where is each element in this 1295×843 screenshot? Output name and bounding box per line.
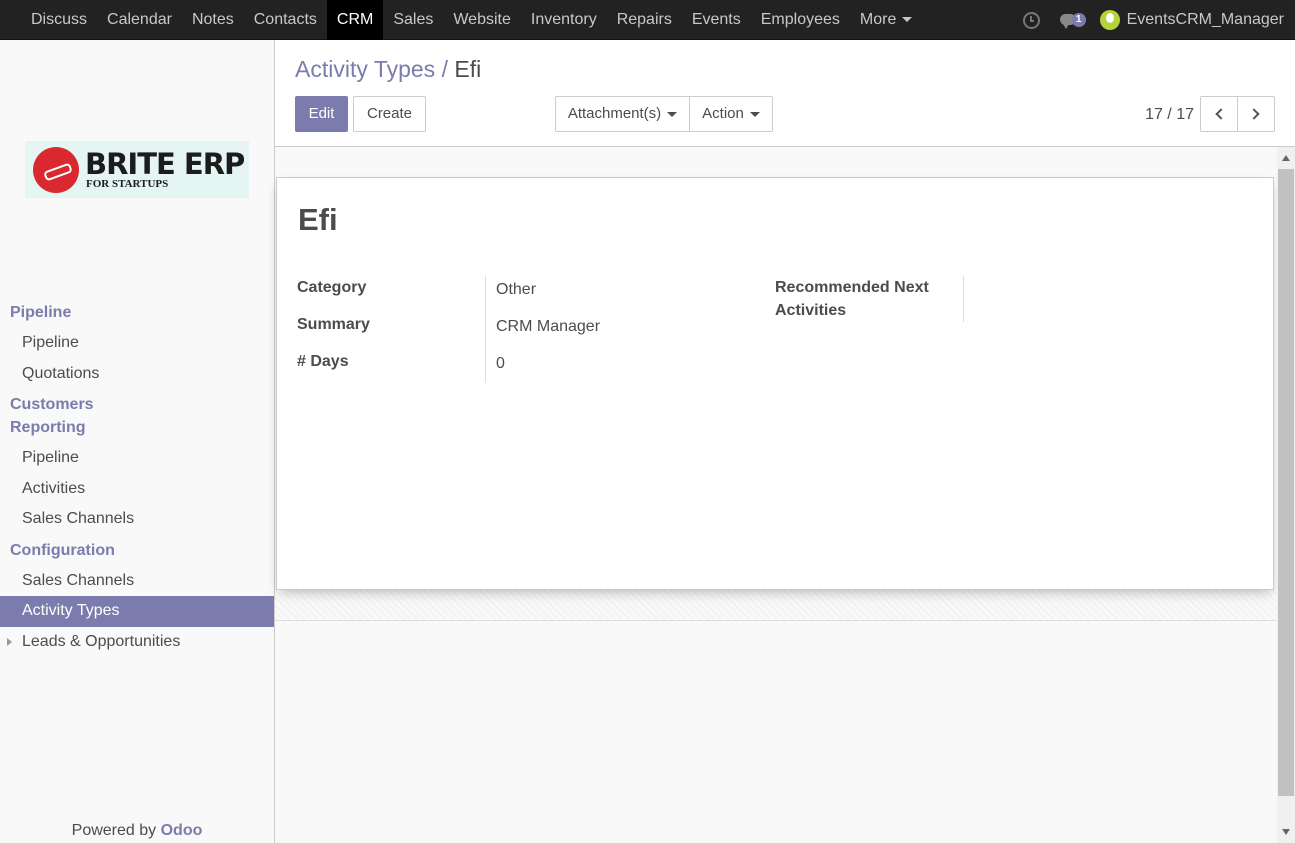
chevron-right-icon xyxy=(1248,108,1260,120)
summary-value: CRM Manager xyxy=(496,318,601,335)
chevron-down-icon xyxy=(667,111,678,117)
chatter-separator xyxy=(275,587,1277,621)
days-value: 0 xyxy=(496,355,505,372)
pager-value[interactable]: 17 / 17 xyxy=(1145,106,1194,124)
powered-by-text: Powered by xyxy=(71,822,157,839)
summary-label: Summary xyxy=(297,316,370,333)
messaging-menu[interactable]: 1 xyxy=(1059,10,1088,30)
form-sheet: Efi Category Summary # Days Other CRM Ma… xyxy=(276,177,1274,590)
company-logo[interactable]: BRITE ERP FOR STARTUPS xyxy=(25,141,249,198)
app-employees[interactable]: Employees xyxy=(751,0,850,40)
sidebar-item-pipeline[interactable]: Pipeline xyxy=(0,328,274,359)
recommended-activities-label: Recommended Next Activities xyxy=(775,279,929,319)
scroll-down-arrow-icon[interactable] xyxy=(1282,829,1290,835)
app-crm[interactable]: CRM xyxy=(326,0,384,40)
app-repairs[interactable]: Repairs xyxy=(607,0,682,40)
action-dropdown[interactable]: Action xyxy=(689,96,773,132)
sidebar-menu: Pipeline Pipeline Quotations Customers R… xyxy=(0,297,274,657)
sidebar-section-reporting[interactable]: Reporting xyxy=(0,416,274,443)
sidebar: BRITE ERP FOR STARTUPS Pipeline Pipeline… xyxy=(0,40,275,843)
sidebar-item-activities[interactable]: Activities xyxy=(0,474,274,505)
breadcrumb: Activity Types / Efi xyxy=(295,56,481,83)
more-menu[interactable]: More xyxy=(850,0,922,40)
record-title: Efi xyxy=(298,202,338,237)
powered-by: Powered by Odoo xyxy=(0,822,274,840)
sidebar-item-leads-opportunities[interactable]: Leads & Opportunities xyxy=(0,627,274,658)
app-discuss[interactable]: Discuss xyxy=(21,0,97,40)
logo-icon xyxy=(33,146,79,193)
form-view: Efi Category Summary # Days Other CRM Ma… xyxy=(275,147,1277,843)
action-label: Action xyxy=(702,105,744,122)
chevron-down-icon xyxy=(749,111,760,117)
attachments-label: Attachment(s) xyxy=(567,105,662,122)
edit-button[interactable]: Edit xyxy=(295,96,348,132)
logo-text: BRITE ERP FOR STARTUPS xyxy=(85,146,245,190)
app-contacts[interactable]: Contacts xyxy=(244,0,327,40)
sidebar-section-configuration[interactable]: Configuration xyxy=(0,535,274,566)
app-inventory[interactable]: Inventory xyxy=(521,0,607,40)
user-menu[interactable]: EventsCRM_Manager xyxy=(1127,11,1284,29)
logo-main-text: BRITE ERP xyxy=(85,146,245,181)
scrollbar[interactable] xyxy=(1277,147,1295,843)
caret-right-icon xyxy=(7,637,12,646)
sidebar-item-quotations[interactable]: Quotations xyxy=(0,359,274,390)
breadcrumb-separator: / xyxy=(441,56,448,82)
app-events[interactable]: Events xyxy=(682,0,751,40)
avatar[interactable] xyxy=(1099,10,1120,30)
main-content: Activity Types / Efi Edit Create Attachm… xyxy=(275,40,1295,843)
attachments-dropdown[interactable]: Attachment(s) xyxy=(555,96,690,132)
sidebar-item-reporting-pipeline[interactable]: Pipeline xyxy=(0,443,274,474)
pager-previous-button[interactable] xyxy=(1200,96,1238,132)
sidebar-section-customers[interactable]: Customers xyxy=(0,389,274,416)
app-menu: Discuss Calendar Notes Contacts CRM Sale… xyxy=(21,0,922,40)
pager-next-button[interactable] xyxy=(1237,96,1275,132)
sidebar-item-label: Leads & Opportunities xyxy=(22,632,181,650)
category-value: Other xyxy=(496,281,537,298)
sidebar-section-pipeline[interactable]: Pipeline xyxy=(0,297,274,328)
top-navbar: Discuss Calendar Notes Contacts CRM Sale… xyxy=(0,0,1295,40)
breadcrumb-parent[interactable]: Activity Types xyxy=(295,56,435,82)
app-notes[interactable]: Notes xyxy=(182,0,244,40)
breadcrumb-current: Efi xyxy=(454,56,482,82)
app-sales[interactable]: Sales xyxy=(383,0,443,40)
scroll-up-arrow-icon[interactable] xyxy=(1282,155,1290,161)
category-label: Category xyxy=(297,279,367,296)
sidebar-item-sales-channels[interactable]: Sales Channels xyxy=(0,566,274,597)
chevron-left-icon xyxy=(1215,108,1227,120)
scrollbar-thumb[interactable] xyxy=(1278,169,1294,796)
field-divider xyxy=(963,276,964,322)
sidebar-item-activity-types[interactable]: Activity Types xyxy=(0,596,274,627)
app-calendar[interactable]: Calendar xyxy=(97,0,182,40)
more-label: More xyxy=(859,11,897,28)
chevron-down-icon xyxy=(902,17,913,23)
days-label: # Days xyxy=(297,353,349,370)
create-button[interactable]: Create xyxy=(353,96,426,132)
systray: 1 EventsCRM_Manager xyxy=(1022,0,1284,40)
clock-icon[interactable] xyxy=(1022,11,1040,29)
sidebar-item-reporting-sales-channels[interactable]: Sales Channels xyxy=(0,504,274,535)
control-panel: Activity Types / Efi Edit Create Attachm… xyxy=(275,40,1295,147)
app-website[interactable]: Website xyxy=(443,0,521,40)
odoo-link[interactable]: Odoo xyxy=(161,822,203,839)
field-divider xyxy=(485,276,486,383)
notification-badge: 1 xyxy=(1071,13,1086,27)
